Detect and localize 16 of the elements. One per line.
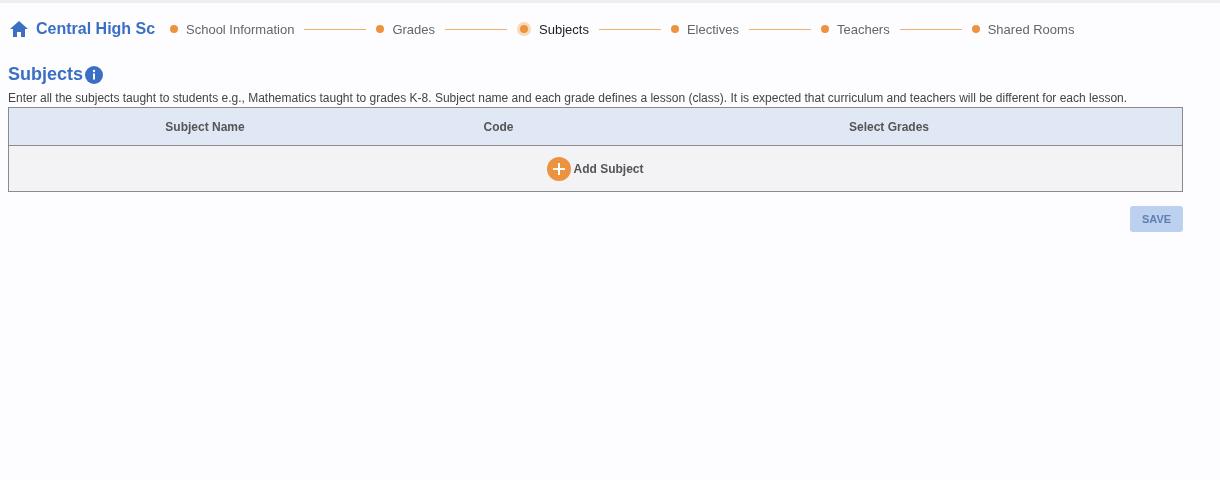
section-title: Subjects bbox=[8, 64, 84, 85]
step-tab[interactable]: Subjects bbox=[517, 21, 589, 37]
step-tab[interactable]: Grades bbox=[376, 21, 436, 37]
column-header: Subject Name bbox=[164, 119, 246, 134]
section-description: Enter all the subjects taught to students e.g., Mathematics taught to grades K-8. Subject name and each grade defines a lesson (class). It is expected that curriculum and teachers will be different for each lesson. bbox=[8, 91, 1129, 105]
add-subject-button[interactable]: Add Subject bbox=[547, 156, 644, 181]
step-tab[interactable]: Teachers bbox=[820, 21, 890, 37]
column-header: Select Grades bbox=[847, 119, 930, 134]
home-icon[interactable] bbox=[10, 21, 28, 37]
step-tab[interactable]: School Information bbox=[170, 21, 295, 37]
school-name: Central High Sc bbox=[36, 20, 157, 38]
column-header: Code bbox=[482, 119, 515, 134]
step-tab[interactable]: Shared Rooms bbox=[971, 21, 1075, 37]
step-tab[interactable]: Electives bbox=[670, 21, 739, 37]
info-icon[interactable] bbox=[85, 65, 104, 84]
plus-icon bbox=[553, 162, 566, 175]
